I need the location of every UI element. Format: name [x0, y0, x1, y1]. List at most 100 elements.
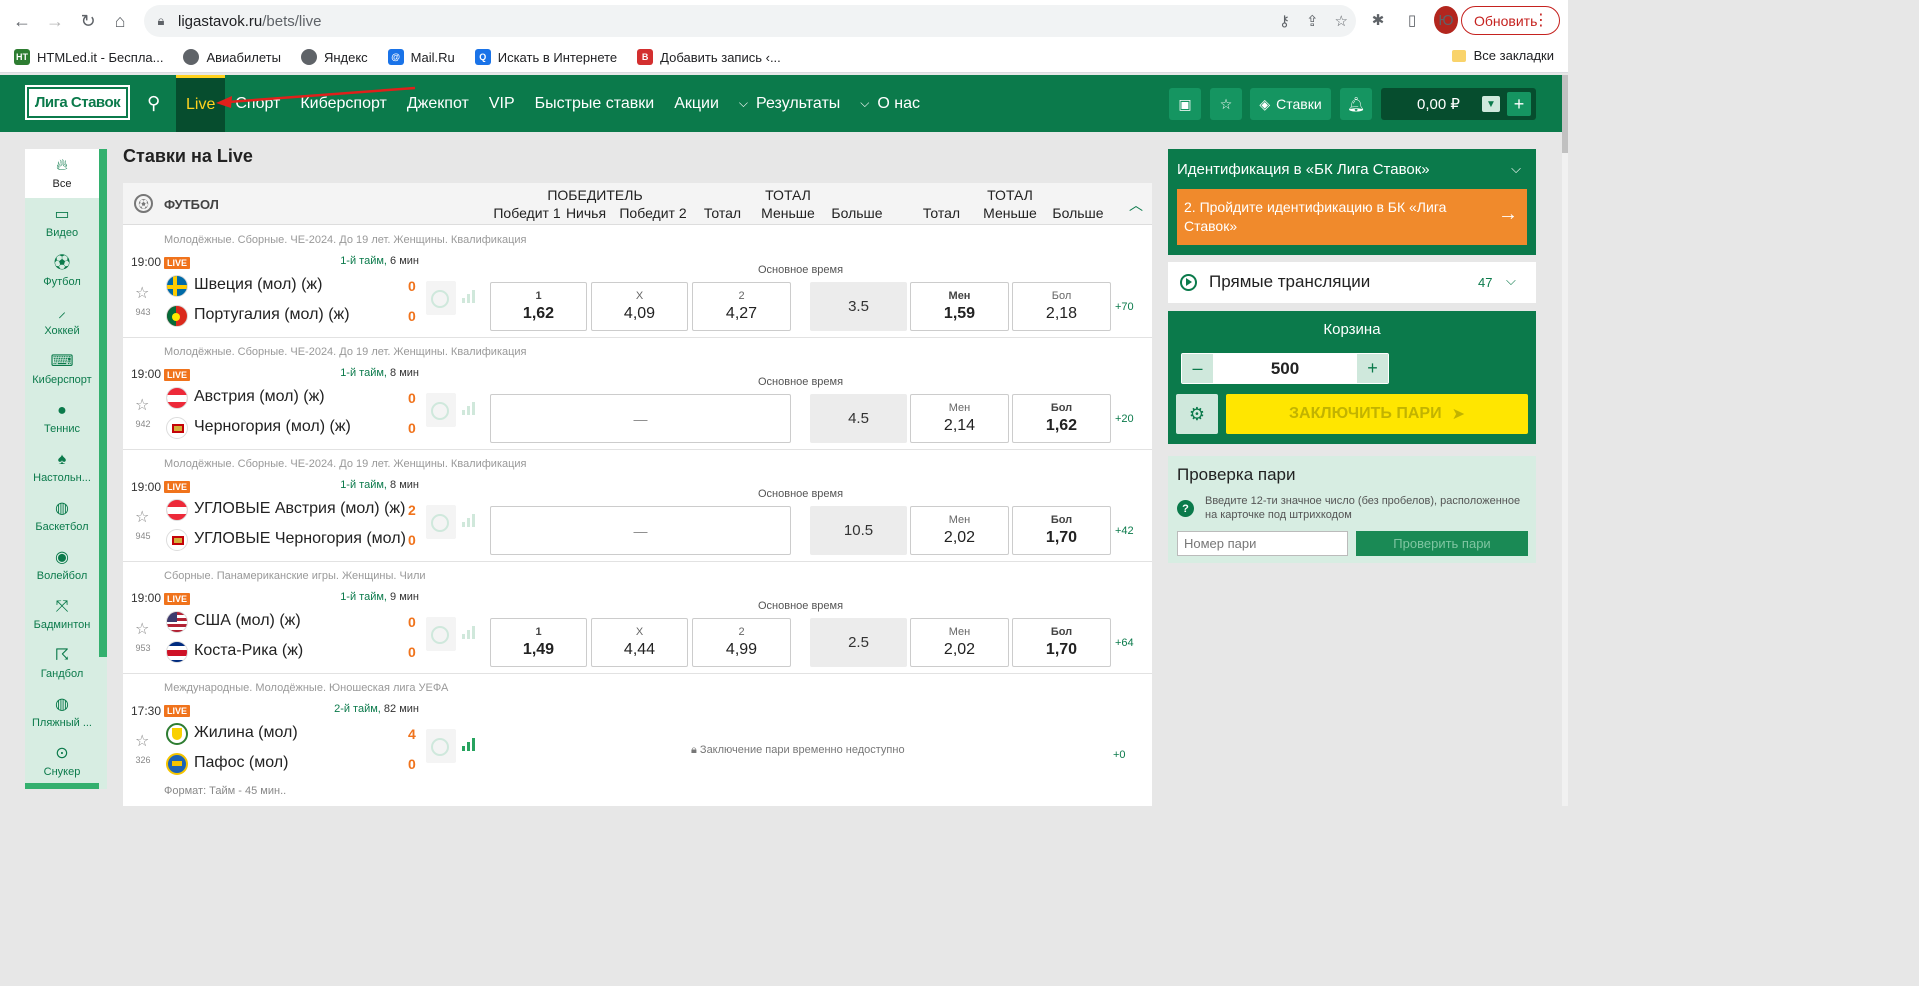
odd-win1[interactable]: 1 1,62: [490, 282, 587, 331]
stake-input[interactable]: [1215, 355, 1355, 382]
site-logo[interactable]: Лига Ставок: [25, 85, 130, 120]
favorite-star-icon[interactable]: ☆: [135, 507, 149, 527]
all-bookmarks[interactable]: Все закладки: [1451, 48, 1554, 63]
more-markets-link[interactable]: +70: [1115, 301, 1134, 313]
stats-icon[interactable]: [462, 513, 478, 527]
sidebar-item-video[interactable]: ▭ Видео: [25, 198, 99, 247]
sidebar-item-handball[interactable]: ☈ Гандбол: [25, 639, 99, 688]
team-home[interactable]: Швеция (мол) (ж): [194, 276, 406, 294]
check-bet-button[interactable]: Проверить пари: [1356, 531, 1528, 556]
favorite-star-icon[interactable]: ☆: [135, 395, 149, 415]
stats-icon[interactable]: [462, 289, 478, 303]
odd-under[interactable]: Мен 2,02: [910, 506, 1009, 555]
odd-under[interactable]: Мен 1,59: [910, 282, 1009, 331]
nav-promos[interactable]: Акции: [664, 75, 729, 132]
balance-dropdown-icon[interactable]: ▼: [1482, 96, 1500, 112]
profile-avatar[interactable]: Ю: [1434, 6, 1458, 34]
nav-results[interactable]: ⌵ Результаты: [729, 75, 850, 132]
chevron-up-icon[interactable]: ︿: [1129, 195, 1143, 215]
bet-number-input[interactable]: [1177, 531, 1348, 556]
sidebar-item-tennis[interactable]: ● Теннис: [25, 394, 99, 443]
team-away[interactable]: Пафос (мол): [194, 754, 406, 772]
team-away[interactable]: Португалия (мол) (ж): [194, 306, 406, 324]
bet-settings-button[interactable]: ⚙: [1176, 394, 1218, 434]
sidebar-item-table-tennis[interactable]: ♠ Настольн...: [25, 443, 99, 492]
team-home[interactable]: Австрия (мол) (ж): [194, 388, 406, 406]
favorite-star-icon[interactable]: ☆: [135, 283, 149, 303]
sidebar-item-football[interactable]: ⚽︎ Футбол: [25, 247, 99, 296]
odd-over[interactable]: Бол 1,70: [1012, 506, 1111, 555]
sidebar-item-snooker[interactable]: ⊙ Снукер: [25, 737, 99, 786]
page-scrollbar[interactable]: [1562, 75, 1568, 806]
key-icon[interactable]: ⚷: [1279, 12, 1290, 30]
profile-button[interactable]: ▣: [1169, 88, 1201, 120]
search-icon[interactable]: ⚲: [147, 93, 160, 114]
sidebar-item-badminton[interactable]: ⤧ Бадминтон: [25, 590, 99, 639]
odd-over[interactable]: Бол 1,62: [1012, 394, 1111, 443]
nav-live[interactable]: Live: [176, 75, 226, 132]
sidebar-item-beach-volleyball[interactable]: ◍ Пляжный ...: [25, 688, 99, 737]
favorites-button[interactable]: ☆: [1210, 88, 1242, 120]
bookmark-aviabilety[interactable]: Авиабилеты: [183, 49, 281, 65]
reload-icon[interactable]: ↻: [73, 6, 103, 36]
stats-icon[interactable]: [462, 625, 478, 639]
bookmark-star-icon[interactable]: ☆: [1335, 12, 1348, 30]
sidebar-scrollbar[interactable]: [99, 149, 107, 657]
nav-vip[interactable]: VIP: [479, 75, 525, 132]
chevron-down-icon[interactable]: ⌵: [1511, 161, 1521, 177]
live-streams-panel[interactable]: Прямые трансляции 47 ⌵: [1168, 262, 1536, 303]
favorite-star-icon[interactable]: ☆: [135, 619, 149, 639]
sidebar-item-basketball[interactable]: ◍ Баскетбол: [25, 492, 99, 541]
sidebar-item-volleyball[interactable]: ◉ Волейбол: [25, 541, 99, 590]
notifications-button[interactable]: 🔔︎: [1340, 88, 1372, 120]
decrease-stake-button[interactable]: –: [1182, 354, 1213, 383]
odd-over[interactable]: Бол 2,18: [1012, 282, 1111, 331]
lock-icon[interactable]: 🔒︎: [144, 13, 178, 29]
team-home[interactable]: Жилина (мол): [194, 724, 406, 742]
odd-over[interactable]: Бол 1,70: [1012, 618, 1111, 667]
back-icon[interactable]: ←: [7, 6, 37, 36]
bookmark-mailru[interactable]: @ Mail.Ru: [387, 49, 455, 65]
sidebar-item-esports[interactable]: ⌨ Киберспорт: [25, 345, 99, 394]
address-bar[interactable]: 🔒︎ ligastavok.ru/bets/live ⚷ ⇪ ☆: [144, 5, 1356, 37]
nav-esports[interactable]: Киберспорт: [290, 75, 396, 132]
bets-button[interactable]: ◈ Ставки: [1250, 88, 1331, 120]
share-icon[interactable]: ⇪: [1306, 12, 1319, 30]
bookmark-htmled[interactable]: HT HTMLed.it - Беспла...: [14, 49, 163, 65]
sidebar-item-hockey[interactable]: ⸝ Хоккей: [25, 296, 99, 345]
odd-draw[interactable]: X 4,09: [591, 282, 688, 331]
bookmark-yandex[interactable]: Яндекс: [300, 49, 368, 65]
home-icon[interactable]: ⌂: [105, 6, 135, 36]
extensions-icon[interactable]: ✱: [1366, 6, 1390, 34]
more-markets-link[interactable]: +42: [1115, 525, 1134, 537]
update-button[interactable]: Обновить ⋮: [1461, 6, 1560, 35]
deposit-button[interactable]: +: [1507, 92, 1531, 116]
team-home[interactable]: США (мол) (ж): [194, 612, 406, 630]
odd-under[interactable]: Мен 2,14: [910, 394, 1009, 443]
more-markets-link[interactable]: +20: [1115, 413, 1134, 425]
forward-icon[interactable]: →: [40, 6, 70, 36]
stats-icon[interactable]: [462, 401, 478, 415]
increase-stake-button[interactable]: +: [1357, 354, 1388, 383]
odd-win2[interactable]: 2 4,27: [692, 282, 791, 331]
odd-win1[interactable]: 1 1,49: [490, 618, 587, 667]
team-away[interactable]: Черногория (мол) (ж): [194, 418, 406, 436]
place-bet-button[interactable]: ЗАКЛЮЧИТЬ ПАРИ ➤: [1226, 394, 1528, 434]
stats-icon[interactable]: [462, 737, 478, 751]
bookmark-search[interactable]: Q Искать в Интернете: [474, 49, 617, 65]
more-markets-link[interactable]: +0: [1113, 749, 1126, 761]
nav-fast-bets[interactable]: Быстрые ставки: [525, 75, 665, 132]
nav-sport[interactable]: Спорт: [225, 75, 290, 132]
bookmark-add-entry[interactable]: B Добавить запись ‹...: [637, 49, 781, 65]
team-away[interactable]: УГЛОВЫЕ Черногория (мол) (...: [194, 530, 406, 548]
favorite-star-icon[interactable]: ☆: [135, 731, 149, 751]
team-away[interactable]: Коста-Рика (ж): [194, 642, 406, 660]
identification-step-button[interactable]: 2. Пройдите идентификацию в БК «Лига Ста…: [1177, 189, 1527, 245]
nav-jackpot[interactable]: Джекпот: [397, 75, 479, 132]
scrollbar-thumb[interactable]: [1562, 75, 1568, 153]
sidebar-item-all[interactable]: 🔥︎ Все: [25, 149, 99, 198]
team-home[interactable]: УГЛОВЫЕ Австрия (мол) (ж): [194, 500, 406, 518]
odd-win2[interactable]: 2 4,99: [692, 618, 791, 667]
nav-about[interactable]: ⌵ О нас: [850, 75, 930, 132]
odd-draw[interactable]: X 4,44: [591, 618, 688, 667]
